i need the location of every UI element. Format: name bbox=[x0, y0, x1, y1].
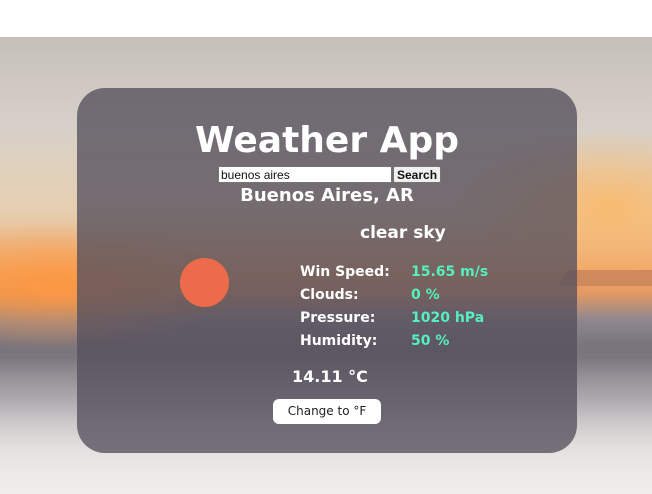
weather-description: clear sky bbox=[360, 223, 446, 243]
stat-label: Pressure: bbox=[300, 310, 376, 326]
stat-label: Clouds: bbox=[300, 287, 359, 303]
temperature-readout: 14.11 °C bbox=[292, 367, 368, 386]
stat-value: 0 % bbox=[411, 287, 440, 303]
stat-value: 50 % bbox=[411, 333, 450, 349]
stat-value: 15.65 m/s bbox=[411, 264, 489, 280]
top-blank-area bbox=[0, 0, 652, 37]
stat-value: 1020 hPa bbox=[411, 310, 485, 326]
search-bar: Search bbox=[218, 166, 442, 183]
change-unit-button[interactable]: Change to °F bbox=[273, 399, 381, 424]
search-button[interactable]: Search bbox=[393, 166, 442, 183]
stat-label: Humidity: bbox=[300, 333, 378, 349]
city-name: Buenos Aires, AR bbox=[240, 185, 414, 206]
search-input[interactable] bbox=[218, 166, 392, 183]
sun-icon bbox=[180, 258, 229, 307]
app-title: Weather App bbox=[194, 120, 460, 161]
stat-label: Win Speed: bbox=[300, 264, 390, 280]
